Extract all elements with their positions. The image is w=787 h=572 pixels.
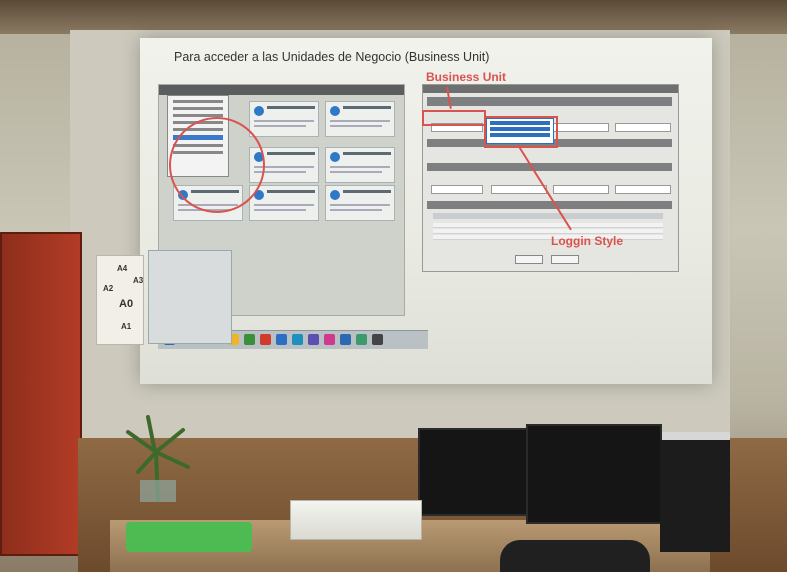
monitor-left	[418, 428, 530, 516]
app-icon	[340, 334, 351, 345]
computer-tower	[660, 440, 730, 552]
app-tile	[325, 101, 395, 137]
app-icon	[260, 334, 271, 345]
grid-row	[433, 223, 663, 228]
app-icon	[372, 334, 383, 345]
paper-label: A2	[103, 284, 114, 293]
login-style-highlight	[484, 116, 558, 148]
business-unit-highlight	[422, 110, 486, 126]
dialog-field	[615, 185, 671, 194]
dialog-field	[553, 123, 609, 132]
tile-icon	[330, 190, 340, 200]
tile-icon	[254, 106, 264, 116]
cancel-button	[551, 255, 579, 264]
monitor-right	[526, 424, 662, 524]
loggin-style-label: Loggin Style	[551, 234, 623, 248]
dialog-section-bar	[427, 201, 672, 209]
tile-icon	[330, 106, 340, 116]
app-tile	[325, 147, 395, 183]
paper-stack	[290, 500, 422, 540]
wall-notice	[148, 250, 232, 344]
app-icon	[244, 334, 255, 345]
dialog-section-bar	[427, 163, 672, 171]
paper-label: A4	[117, 264, 128, 273]
highlight-circle	[169, 117, 265, 213]
grid-header	[433, 213, 663, 219]
paper-sizes-poster: A4 A3 A2 A0 A1	[96, 255, 144, 345]
app-icon	[292, 334, 303, 345]
office-chair	[500, 540, 650, 572]
photo-scene: Para acceder a las Unidades de Negocio (…	[0, 0, 787, 572]
dialog-field	[615, 123, 671, 132]
ok-button	[515, 255, 543, 264]
app-icon	[356, 334, 367, 345]
app-tile	[249, 101, 319, 137]
paper-label: A3	[133, 276, 144, 285]
grid-row	[433, 235, 663, 240]
potted-plant	[126, 415, 190, 502]
app-topbar	[159, 85, 404, 95]
ceiling	[0, 0, 787, 34]
tile-icon	[330, 152, 340, 162]
red-door	[0, 232, 82, 556]
business-unit-label: Business Unit	[426, 70, 507, 84]
app-tile	[249, 185, 319, 221]
slide-title: Para acceder a las Unidades de Negocio (…	[174, 50, 490, 64]
dialog-titlebar	[423, 85, 678, 93]
app-icon	[324, 334, 335, 345]
dialog-field	[431, 185, 483, 194]
dialog-field	[491, 185, 547, 194]
app-tile	[325, 185, 395, 221]
app-icon	[276, 334, 287, 345]
green-tray	[126, 522, 252, 552]
dialog-field	[553, 185, 609, 194]
dialog-section-bar	[427, 97, 672, 106]
app-icon	[308, 334, 319, 345]
grid-row	[433, 229, 663, 234]
paper-label: A1	[121, 322, 132, 331]
paper-label: A0	[119, 298, 134, 310]
